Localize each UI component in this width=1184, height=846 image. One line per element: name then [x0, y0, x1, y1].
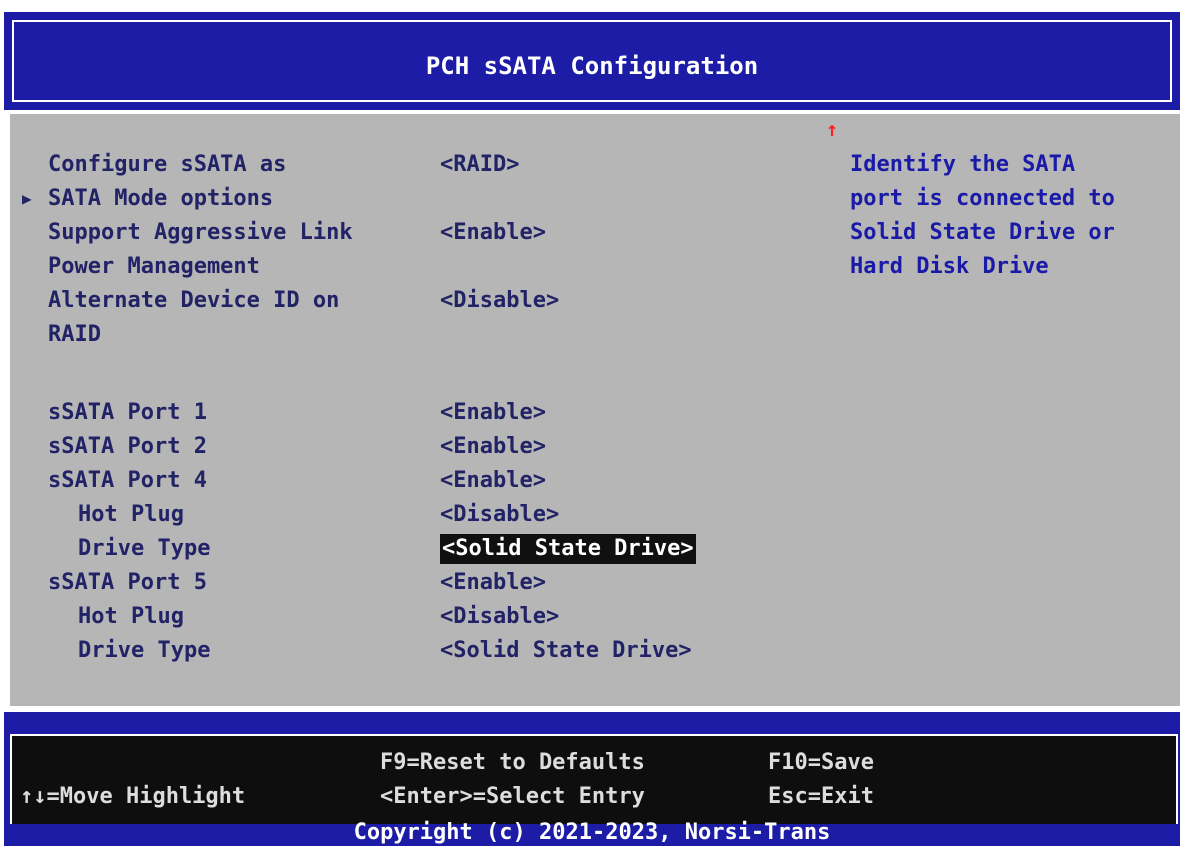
setting-label: SATA Mode options — [48, 186, 274, 211]
setting-label: Drive Type — [78, 638, 211, 663]
key-help-box: F9=Reset to Defaults F10=Save ↑↓=Move Hi… — [10, 734, 1178, 824]
setting-value[interactable]: <Solid State Drive> — [440, 634, 692, 668]
setting-port5-hot-plug[interactable]: Hot Plug <Disable> — [10, 600, 830, 634]
header-frame: PCH sSATA Configuration — [12, 20, 1172, 102]
setting-label: Alternate Device ID on — [48, 288, 340, 313]
setting-value[interactable]: <Disable> — [440, 284, 559, 318]
key-hint-exit: Esc=Exit — [768, 784, 874, 809]
setting-ssata-port-2[interactable]: sSATA Port 2 <Enable> — [10, 430, 830, 464]
setting-label: Drive Type — [78, 536, 211, 561]
setting-label-continuation: RAID — [10, 318, 830, 352]
key-hint-select: <Enter>=Select Entry — [380, 784, 645, 809]
settings-panel: ↑ Configure sSATA as <RAID> ▶ SATA Mode … — [10, 114, 1180, 706]
setting-value[interactable]: <Enable> — [440, 566, 546, 600]
setting-value[interactable]: <Disable> — [440, 498, 559, 532]
setting-value[interactable]: <Disable> — [440, 600, 559, 634]
setting-value-selected[interactable]: <Solid State Drive> — [440, 534, 696, 564]
setting-label: RAID — [48, 322, 101, 347]
copyright-text: Copyright (c) 2021-2023, Norsi-Trans — [353, 820, 831, 845]
submenu-pointer-icon: ▶ — [22, 189, 32, 208]
setting-ssata-port-5[interactable]: sSATA Port 5 <Enable> — [10, 566, 830, 600]
submenu-sata-mode-options[interactable]: ▶ SATA Mode options — [10, 182, 830, 216]
setting-label: Hot Plug — [78, 502, 184, 527]
help-line: Identify the SATA — [850, 152, 1076, 177]
bios-screen: PCH sSATA Configuration ↑ Configure sSAT… — [0, 0, 1184, 846]
help-line: Solid State Drive or — [850, 220, 1115, 245]
setting-label: Hot Plug — [78, 604, 184, 629]
setting-label: sSATA Port 4 — [48, 468, 207, 493]
key-hint-reset: F9=Reset to Defaults — [380, 750, 645, 775]
setting-label-continuation: Power Management — [10, 250, 830, 284]
setting-label: sSATA Port 1 — [48, 400, 207, 425]
setting-value[interactable]: <Enable> — [440, 216, 546, 250]
help-line: port is connected to — [850, 186, 1115, 211]
setting-ssata-port-4[interactable]: sSATA Port 4 <Enable> — [10, 464, 830, 498]
setting-alternate-device-id[interactable]: Alternate Device ID on <Disable> — [10, 284, 830, 318]
setting-value[interactable]: <RAID> — [440, 148, 519, 182]
setting-label: sSATA Port 5 — [48, 570, 207, 595]
header-bar: PCH sSATA Configuration — [4, 12, 1180, 110]
setting-label: sSATA Port 2 — [48, 434, 207, 459]
setting-configure-ssata[interactable]: Configure sSATA as <RAID> — [10, 148, 830, 182]
setting-value[interactable]: <Enable> — [440, 464, 546, 498]
setting-aggressive-link-pm[interactable]: Support Aggressive Link <Enable> — [10, 216, 830, 250]
setting-value[interactable]: <Enable> — [440, 430, 546, 464]
setting-port5-drive-type[interactable]: Drive Type <Solid State Drive> — [10, 634, 830, 668]
key-hint-move: ↑↓=Move Highlight — [20, 784, 246, 809]
setting-value[interactable]: <Enable> — [440, 396, 546, 430]
setting-label: Configure sSATA as — [48, 152, 287, 177]
setting-label: Power Management — [48, 254, 260, 279]
setting-ssata-port-1[interactable]: sSATA Port 1 <Enable> — [10, 396, 830, 430]
key-hint-save: F10=Save — [768, 750, 874, 775]
setting-port4-drive-type[interactable]: Drive Type <Solid State Drive> — [10, 532, 830, 566]
setting-label: Support Aggressive Link — [48, 220, 353, 245]
setting-port4-hot-plug[interactable]: Hot Plug <Disable> — [10, 498, 830, 532]
help-text-panel: Identify the SATA port is connected to S… — [850, 148, 1170, 284]
help-line: Hard Disk Drive — [850, 254, 1049, 279]
scroll-up-indicator-icon[interactable]: ↑ — [826, 117, 838, 141]
page-title: PCH sSATA Configuration — [425, 52, 759, 80]
